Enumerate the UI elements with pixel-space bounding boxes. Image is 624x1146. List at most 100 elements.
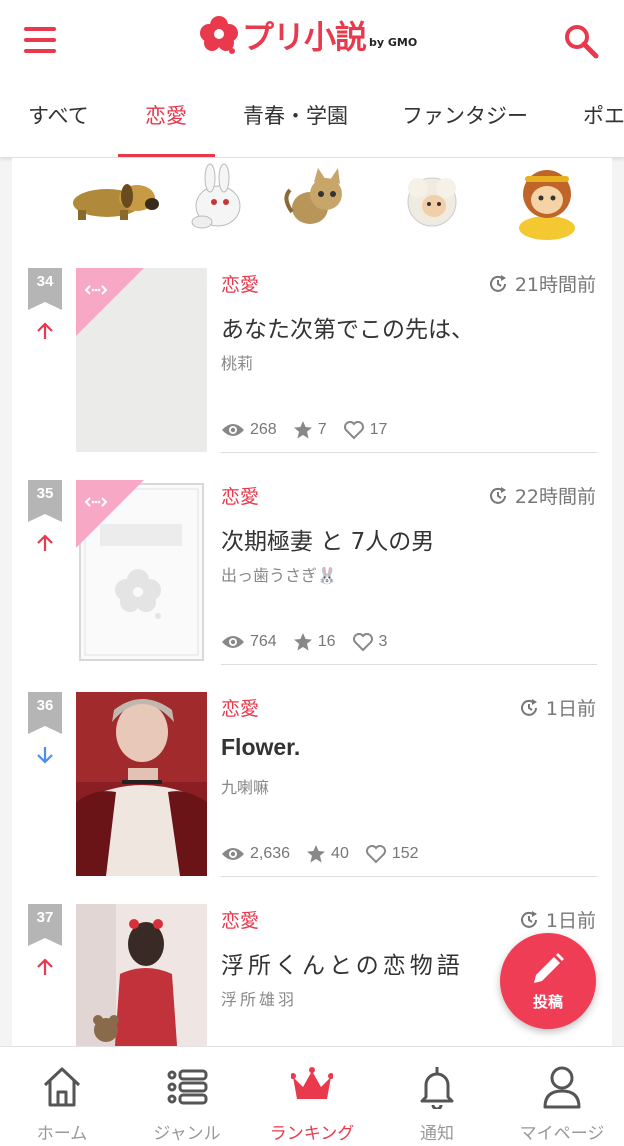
time-text: 22時間前	[514, 486, 596, 508]
likes-stat: 17	[343, 420, 388, 440]
star-icon	[293, 421, 312, 439]
entry-divider	[221, 664, 597, 665]
heart-icon	[365, 845, 386, 864]
sheep-icon	[407, 177, 457, 227]
likes-count: 17	[369, 421, 388, 438]
story-thumbnail[interactable]	[76, 692, 207, 876]
nav-notifications[interactable]: 通知	[375, 1047, 499, 1146]
default-cover-icon	[76, 480, 204, 661]
genre-label[interactable]: 恋愛	[221, 694, 259, 721]
heart-icon	[343, 421, 364, 440]
trend-up-icon	[37, 958, 53, 975]
story-author[interactable]: 浮所雄羽	[221, 986, 297, 1010]
app-logo[interactable]: プリ小説 by GMO	[198, 14, 417, 56]
story-title[interactable]: 次期極妻 と 7人の男	[221, 522, 434, 556]
cover-photo-image	[76, 692, 207, 876]
clock-refresh-icon	[520, 910, 537, 928]
story-title[interactable]: あなた次第でこの先は、	[221, 310, 474, 344]
nav-genre-label: ジャンル	[153, 1124, 221, 1144]
cat-icon	[284, 168, 342, 224]
cover-photo-image	[76, 904, 207, 1046]
new-ribbon-icon	[76, 268, 144, 336]
story-title[interactable]: Flower.	[221, 734, 300, 761]
stars-count: 16	[317, 633, 336, 650]
nav-ranking-label: ランキング	[269, 1124, 355, 1144]
bell-icon	[420, 1067, 454, 1109]
time-text: 21時間前	[514, 274, 596, 296]
star-icon	[293, 633, 312, 651]
bottom-navigation: ホーム ジャンル ランキング 通知 マイページ	[0, 1046, 624, 1146]
tab-romance[interactable]: 恋愛	[145, 100, 187, 130]
tab-fantasy[interactable]: ファンタジー	[402, 100, 528, 130]
flower-logo-icon	[200, 16, 238, 54]
tab-all[interactable]: すべて	[28, 100, 89, 130]
story-stats: 268 7 17	[221, 420, 403, 440]
genre-label[interactable]: 恋愛	[221, 906, 259, 933]
views-stat: 268	[221, 421, 277, 439]
clock-refresh-icon	[489, 274, 506, 292]
stars-stat: 16	[293, 632, 336, 652]
trend-up-icon	[37, 534, 53, 551]
ranking-entry[interactable]: 36 恋愛 1日前 Flower. 九喇嘛 2,636 40 152	[12, 692, 612, 904]
logo-text: プリ小説	[242, 18, 367, 56]
eye-icon	[222, 848, 244, 860]
story-stats: 764 16 3	[221, 632, 403, 652]
ranking-list: 34 恋愛 21時間前 あなた次第でこの先は、 桃莉 268 7 17 35 恋…	[12, 158, 612, 1046]
rank-number: 37	[36, 909, 54, 926]
updated-time: 21時間前	[487, 270, 596, 297]
stars-stat: 40	[306, 844, 349, 864]
animal-banner[interactable]	[42, 158, 602, 244]
star-icon	[307, 845, 326, 863]
story-author[interactable]: 出っ歯うさぎ🐰	[221, 562, 337, 586]
views-stat: 764	[221, 633, 277, 651]
updated-time: 22時間前	[487, 482, 596, 509]
story-thumbnail[interactable]	[76, 480, 207, 664]
likes-count: 152	[391, 845, 419, 862]
time-text: 1日前	[545, 698, 596, 720]
story-title[interactable]: 浮所くんとの恋物語	[221, 946, 464, 980]
rank-number: 35	[36, 485, 54, 502]
nav-home[interactable]: ホーム	[0, 1047, 124, 1146]
tab-youth-school[interactable]: 青春・学園	[243, 100, 348, 130]
nav-ranking[interactable]: ランキング	[250, 1047, 374, 1146]
trend-down-icon	[37, 747, 53, 764]
ranking-entry[interactable]: 34 恋愛 21時間前 あなた次第でこの先は、 桃莉 268 7 17	[12, 268, 612, 480]
list-icon	[167, 1069, 208, 1105]
rabbit-icon	[191, 163, 241, 229]
home-icon	[43, 1067, 81, 1107]
crown-icon	[291, 1067, 333, 1099]
dog-icon	[73, 184, 159, 220]
genre-label[interactable]: 恋愛	[221, 270, 259, 297]
story-author[interactable]: 桃莉	[221, 350, 253, 374]
stars-stat: 7	[293, 420, 327, 440]
search-icon[interactable]	[562, 22, 600, 60]
story-stats: 2,636 40 152	[221, 844, 435, 864]
tab-poem[interactable]: ポエ	[583, 100, 624, 130]
views-count: 764	[250, 633, 277, 650]
logo-by-gmo: by GMO	[369, 35, 418, 49]
views-stat: 2,636	[221, 845, 290, 863]
likes-count: 3	[378, 633, 388, 650]
nav-home-label: ホーム	[36, 1124, 88, 1144]
rank-number: 36	[36, 697, 54, 714]
nav-genre[interactable]: ジャンル	[125, 1047, 249, 1146]
genre-label[interactable]: 恋愛	[221, 482, 259, 509]
genre-tabs: すべて 恋愛 青春・学園 ファンタジー ポエ	[0, 84, 624, 158]
nav-notifications-label: 通知	[420, 1124, 454, 1144]
stars-count: 40	[331, 845, 349, 862]
views-count: 2,636	[250, 845, 291, 862]
post-fab-button[interactable]: 投稿	[500, 933, 596, 1029]
nav-mypage-label: マイページ	[519, 1124, 605, 1144]
story-author[interactable]: 九喇嘛	[221, 774, 269, 798]
clock-refresh-icon	[520, 698, 537, 716]
story-thumbnail[interactable]	[76, 904, 207, 1046]
entry-divider	[221, 452, 597, 453]
hamburger-menu-icon[interactable]	[24, 27, 58, 55]
story-thumbnail[interactable]	[76, 268, 207, 452]
ranking-entry[interactable]: 35 恋愛 22時間前 次期極妻 と 7人の男 出っ歯うさぎ🐰 764 16 3	[12, 480, 612, 692]
app-header: プリ小説 by GMO	[0, 0, 624, 84]
eye-icon	[222, 424, 244, 436]
eye-icon	[222, 636, 244, 648]
stars-count: 7	[317, 421, 327, 438]
nav-mypage[interactable]: マイページ	[500, 1047, 624, 1146]
